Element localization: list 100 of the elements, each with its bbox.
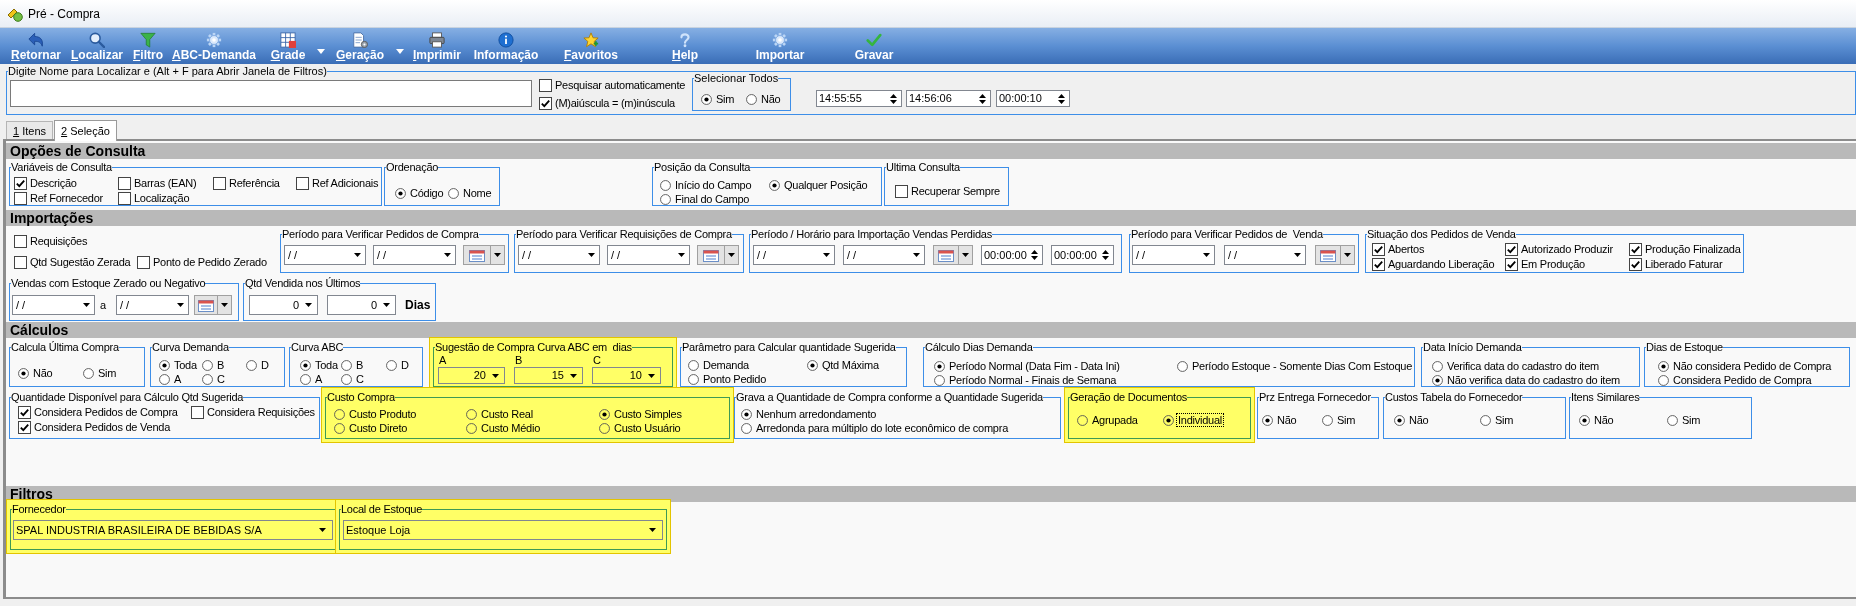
time-field[interactable]: 00:00:10 [996,90,1070,107]
checkbox[interactable] [191,405,204,419]
checkbox[interactable] [14,191,27,205]
calendar-button[interactable] [1315,245,1355,265]
tab[interactable]: 1 Itens [6,121,54,139]
radio-button[interactable] [386,359,397,371]
toolbar-button[interactable]: Geração [334,28,386,62]
time-field[interactable]: 14:55:55 [816,90,902,107]
date-field[interactable]: / / [284,245,366,265]
spinner-icon[interactable] [1031,249,1038,261]
radio-button[interactable] [159,359,170,371]
spinner-icon[interactable] [890,92,897,105]
checkbox[interactable] [1505,242,1518,256]
checkbox[interactable] [18,405,31,419]
toolbar-button[interactable]: Retornar [6,28,66,62]
radio-button[interactable] [1394,414,1405,426]
number-dropdown[interactable]: 0 [249,295,318,315]
date-field[interactable]: / / [753,245,835,265]
radio-button[interactable] [159,373,170,385]
toolbar-button[interactable]: Informação [470,28,542,62]
check-icon[interactable] [866,32,882,48]
back-arrow-icon[interactable] [28,32,44,48]
number-dropdown[interactable]: 20 [438,367,505,384]
gear-icon[interactable] [206,32,222,48]
search-field[interactable] [10,80,532,107]
radio-button[interactable] [769,179,780,191]
checkbox[interactable] [1629,242,1642,256]
date-field[interactable]: / / [116,295,189,315]
spinner-icon[interactable] [1058,92,1065,105]
radio-button[interactable] [395,187,406,199]
date-field[interactable]: / / [607,245,690,265]
toolbar-button[interactable]: Favoritos [560,28,622,62]
toolbar-button[interactable]: Help [660,28,710,62]
radio-button[interactable] [1667,414,1678,426]
radio-button[interactable] [688,373,699,385]
radio-button[interactable] [660,193,671,205]
radio-button[interactable] [341,373,352,385]
time-field[interactable]: 00:00:00 [981,245,1043,265]
radio-button[interactable] [1658,360,1669,372]
checkbox[interactable] [14,176,27,190]
date-field[interactable]: / / [843,245,925,265]
radio-button[interactable] [741,408,752,420]
calendar-button[interactable] [463,245,505,265]
checkbox[interactable] [18,420,31,434]
radio-button[interactable] [1432,360,1443,372]
checkbox[interactable] [118,176,131,190]
radio-button[interactable] [599,408,610,420]
help-icon[interactable] [677,32,693,48]
checkbox[interactable] [14,255,27,269]
checkbox[interactable] [1505,257,1518,271]
checkbox[interactable] [539,96,552,110]
grid-icon[interactable] [280,32,296,48]
checkbox[interactable] [1629,257,1642,271]
time-field[interactable]: 00:00:00 [1051,245,1114,265]
date-field[interactable]: / / [373,245,456,265]
tab[interactable]: 2 Seleção [54,120,117,141]
dropdown[interactable]: SPAL INDUSTRIA BRASILEIRA DE BEBIDAS S/A [13,520,333,540]
star-icon[interactable] [583,32,599,48]
checkbox[interactable] [1372,242,1385,256]
checkbox[interactable] [137,255,150,269]
printer-icon[interactable] [429,32,445,48]
radio-button[interactable] [466,422,477,434]
radio-button[interactable] [660,179,671,191]
radio-button[interactable] [466,408,477,420]
radio-button[interactable] [202,373,213,385]
radio-button[interactable] [741,422,752,434]
radio-button[interactable] [448,187,459,199]
radio-button[interactable] [688,359,699,371]
date-field[interactable]: / / [12,295,95,315]
toolbar-button[interactable]: Grade [266,28,310,62]
calendar-button[interactable] [697,245,739,265]
caret-icon[interactable] [396,49,404,54]
caret-icon[interactable] [317,49,325,54]
spinner-icon[interactable] [979,92,986,105]
radio-button[interactable] [1658,374,1669,386]
radio-button[interactable] [1163,414,1174,426]
radio-button[interactable] [934,360,945,372]
spinner-icon[interactable] [1102,249,1109,261]
checkbox[interactable] [213,176,226,190]
radio-button[interactable] [246,359,257,371]
radio-button[interactable] [341,359,352,371]
radio-button[interactable] [1077,414,1088,426]
number-dropdown[interactable]: 15 [514,367,583,384]
radio-button[interactable] [599,422,610,434]
gear-icon[interactable] [772,32,788,48]
search-icon[interactable] [89,32,105,48]
radio-button[interactable] [1322,414,1333,426]
radio-button[interactable] [334,408,345,420]
toolbar-button[interactable]: Gravar [846,28,902,62]
radio-button[interactable] [701,93,712,105]
radio-button[interactable] [746,93,757,105]
checkbox[interactable] [296,176,309,190]
checkbox[interactable] [1372,257,1385,271]
toolbar-button[interactable]: Localizar [68,28,126,62]
radio-button[interactable] [1432,374,1443,386]
dropdown[interactable]: Estoque Loja [343,520,663,540]
toolbar-button[interactable]: Importar [750,28,810,62]
radio-button[interactable] [1177,360,1188,372]
date-field[interactable]: / / [1132,245,1215,265]
calendar-button[interactable] [933,245,973,265]
